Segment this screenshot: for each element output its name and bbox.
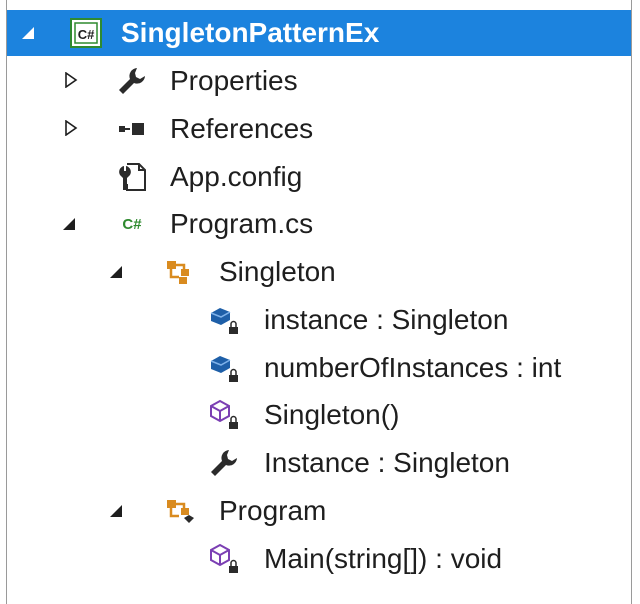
tree-item-label: instance : Singleton — [264, 304, 509, 335]
tree-item-program-cs[interactable]: C# Program.cs — [7, 201, 631, 247]
tree-item-singleton-class[interactable]: Singleton — [7, 249, 631, 295]
tree-item-label: Singleton() — [264, 399, 400, 430]
csharp-file-icon: C# — [115, 207, 149, 241]
collapsed-arrow-icon[interactable] — [63, 120, 79, 136]
tree-item-label: Instance : Singleton — [264, 447, 510, 478]
tree-item-project[interactable]: C# SingletonPatternEx — [7, 10, 631, 56]
class-icon — [162, 255, 196, 289]
tree-item-label: Properties — [170, 65, 298, 96]
expanded-arrow-icon[interactable] — [20, 25, 36, 41]
property-wrench-icon — [207, 446, 241, 480]
tree-item-label: App.config — [170, 161, 303, 192]
wrench-icon — [115, 64, 149, 98]
private-method-icon — [207, 542, 241, 576]
project-label: SingletonPatternEx — [121, 17, 380, 48]
tree-item-method[interactable]: Singleton() — [7, 392, 631, 438]
tree-item-properties[interactable]: Properties — [7, 58, 631, 104]
svg-text:C#: C# — [122, 216, 142, 233]
references-icon — [115, 112, 149, 146]
tree-item-method[interactable]: Main(string[]) : void — [7, 536, 631, 582]
tree-item-property[interactable]: Instance : Singleton — [7, 440, 631, 486]
config-file-icon — [115, 160, 149, 194]
tree-item-label: numberOfInstances : int — [264, 352, 562, 383]
csharp-project-icon: C# — [69, 16, 103, 50]
tree-item-label: Singleton — [219, 256, 336, 287]
tree-item-label: Main(string[]) : void — [264, 543, 503, 574]
tree-item-field[interactable]: instance : Singleton — [7, 297, 631, 343]
tree-item-references[interactable]: References — [7, 106, 631, 152]
private-method-icon — [207, 398, 241, 432]
tree-item-field[interactable]: numberOfInstances : int — [7, 345, 631, 391]
private-field-icon — [207, 303, 241, 337]
tree-item-label: References — [170, 113, 314, 144]
internal-class-icon — [162, 494, 196, 528]
private-field-icon — [207, 351, 241, 385]
expanded-arrow-icon[interactable] — [108, 503, 124, 519]
tree-item-label: Program.cs — [170, 208, 314, 239]
tree-item-program-class[interactable]: Program — [7, 488, 631, 534]
expanded-arrow-icon[interactable] — [61, 216, 77, 232]
collapsed-arrow-icon[interactable] — [63, 72, 79, 88]
expanded-arrow-icon[interactable] — [108, 264, 124, 280]
tree-item-label: Program — [219, 495, 327, 526]
tree-item-app-config[interactable]: App.config — [7, 154, 631, 200]
svg-text:C#: C# — [78, 27, 95, 42]
